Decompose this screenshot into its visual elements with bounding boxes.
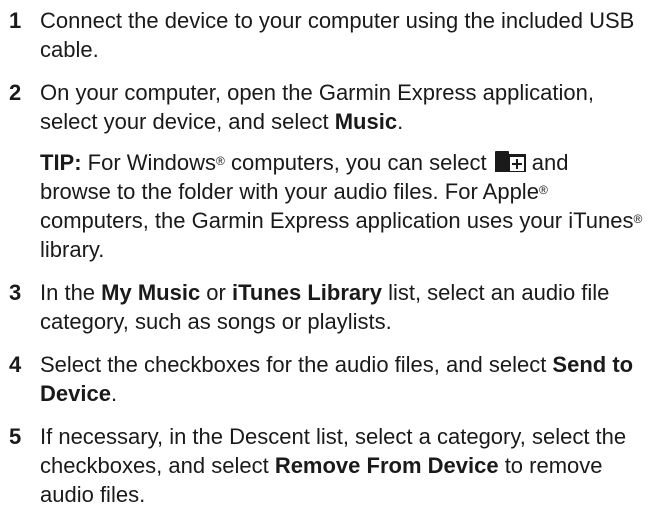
step-4: 4 Select the checkboxes for the audio fi…	[0, 350, 657, 408]
tip-text: library.	[40, 237, 105, 262]
folder-add-icon	[494, 151, 526, 172]
step-3: 3 In the My Music or iTunes Library list…	[0, 278, 657, 336]
tip-text: computers, the Garmin Express applicatio…	[40, 208, 634, 233]
step-number: 2	[9, 80, 22, 105]
tip-label: TIP:	[40, 150, 82, 175]
step-number: 3	[9, 280, 22, 305]
registered-mark: ®	[216, 154, 225, 168]
step-text-part: On your computer, open the Garmin Expres…	[40, 80, 594, 134]
step-text: Select the checkboxes for the audio file…	[40, 352, 553, 377]
ui-term-itunes-library: iTunes Library	[231, 280, 382, 305]
step-1: 1 Connect the device to your computer us…	[0, 6, 657, 64]
step-text: Connect the device to your computer usin…	[40, 8, 635, 62]
step-text-part: .	[397, 109, 404, 134]
step-text: .	[110, 381, 118, 406]
ui-term-remove-from-device: Remove From Device	[274, 453, 499, 478]
tip-note: TIP: For Windows® computers, you can sel…	[40, 148, 645, 264]
step-text: In the	[40, 280, 102, 305]
step-text: or	[200, 280, 232, 305]
step-number: 5	[9, 424, 22, 449]
ui-term-music: Music	[334, 109, 398, 134]
step-2: 2 On your computer, open the Garmin Expr…	[0, 78, 657, 264]
instruction-list: 1 Connect the device to your computer us…	[0, 6, 657, 523]
tip-text: computers, you can select	[224, 150, 493, 175]
step-5: 5 If necessary, in the Descent list, sel…	[0, 422, 657, 509]
registered-mark: ®	[538, 183, 548, 197]
registered-mark: ®	[633, 212, 643, 226]
ui-term-my-music: My Music	[101, 280, 201, 305]
step-text: On your computer, open the Garmin Expres…	[40, 78, 645, 136]
tip-text: For Windows	[81, 150, 217, 175]
step-number: 4	[9, 352, 22, 377]
step-number: 1	[9, 8, 22, 33]
